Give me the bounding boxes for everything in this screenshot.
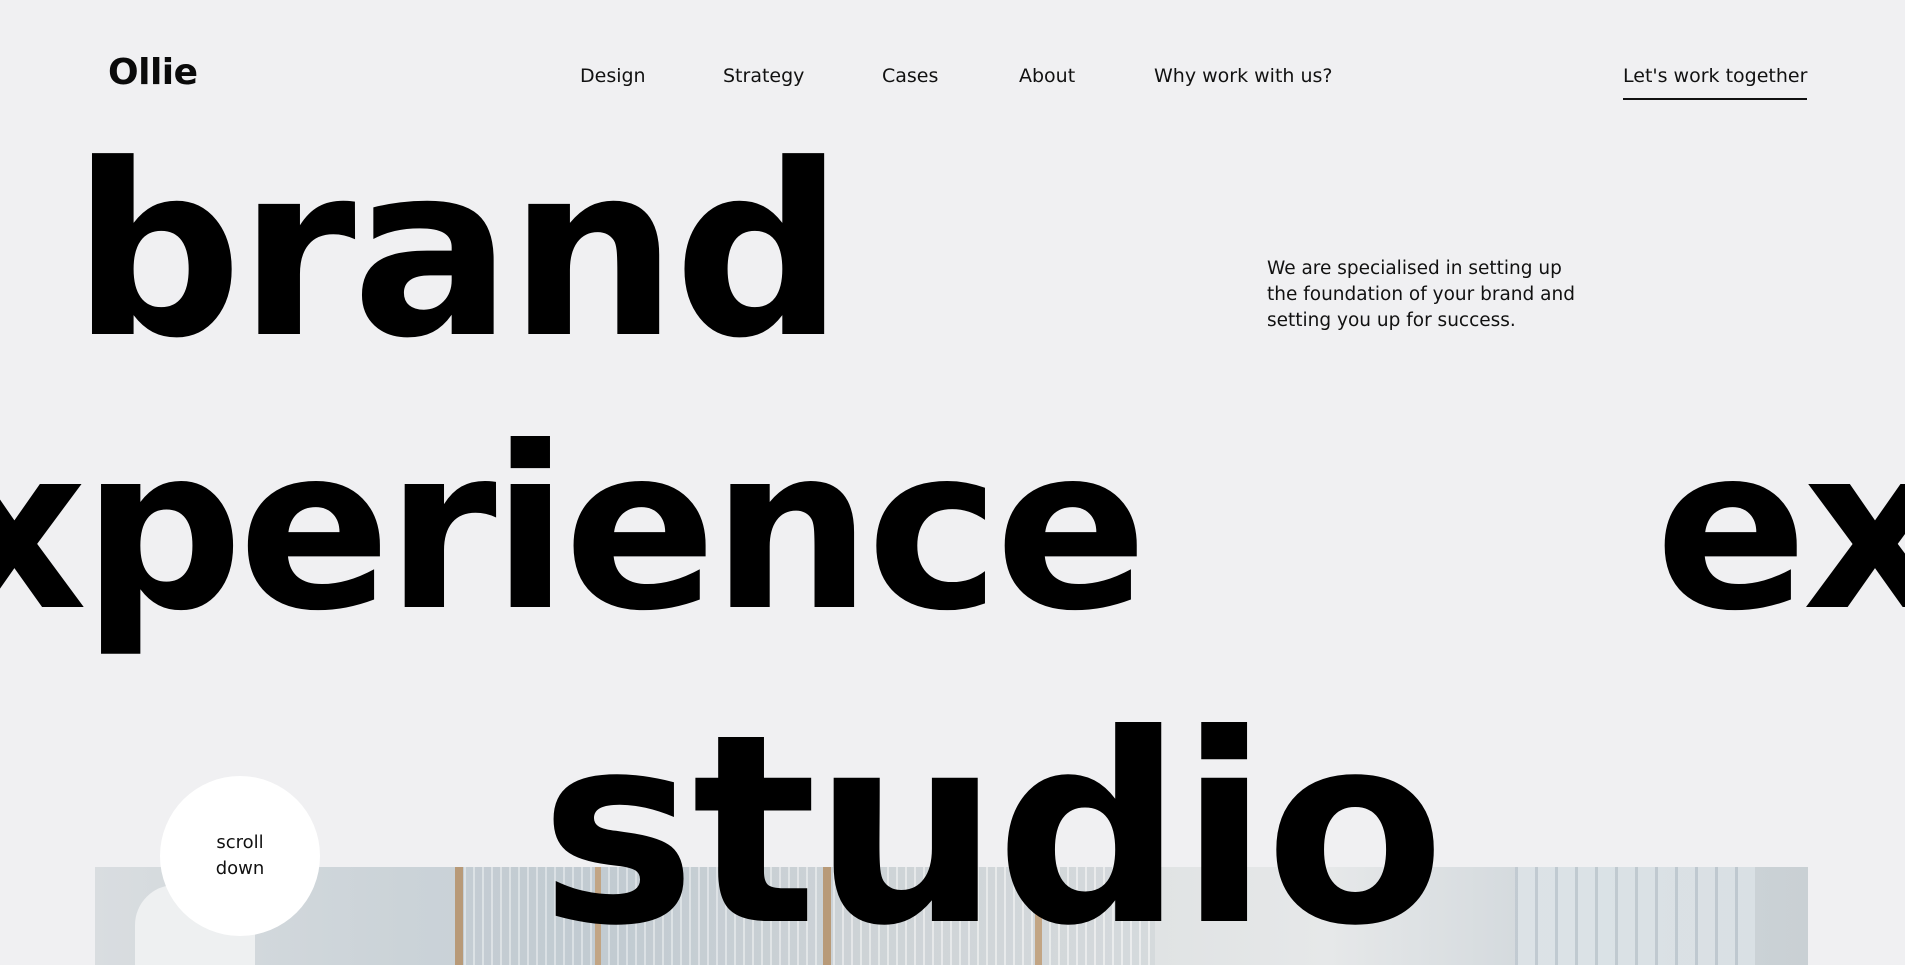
nav-item-about[interactable]: About [1019,65,1075,87]
main-nav: Design Strategy Cases About Why work wit… [0,65,1905,95]
photo-wood-slat [455,867,463,965]
nav-item-why-work-with-us[interactable]: Why work with us? [1154,65,1333,87]
page: Ollie Design Strategy Cases About Why wo… [0,0,1905,965]
hero-word-brand: brand [72,114,844,391]
scroll-down-button[interactable]: scroll down [160,776,320,936]
photo-window [1515,867,1755,965]
hero-tagline: We are specialised in setting up the fou… [1267,258,1575,331]
nav-item-strategy[interactable]: Strategy [723,65,804,87]
scroll-label-line-1: scroll [216,832,264,853]
lets-work-together-link[interactable]: Let's work together [1623,65,1808,100]
scroll-label-line-2: down [215,858,265,879]
nav-item-design[interactable]: Design [580,65,646,87]
nav-item-cases[interactable]: Cases [882,65,938,87]
hero-word-experience: xperience [0,399,1148,661]
hero-word-experience-repeat: ex [1655,399,1905,661]
hero-word-studio: studio [540,678,1445,965]
